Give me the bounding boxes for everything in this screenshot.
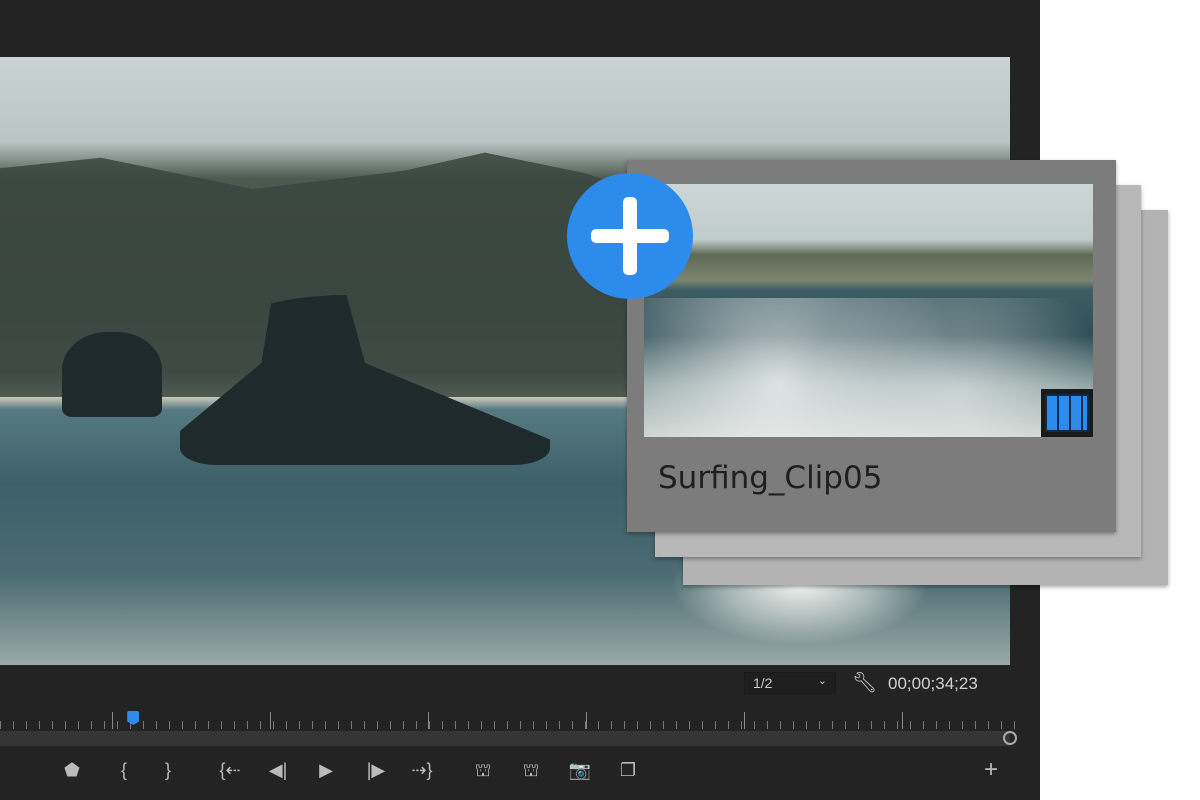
zoom-handle[interactable] <box>1003 731 1017 745</box>
clip-name: Surfing_Clip05 <box>658 460 883 496</box>
go-to-out-button[interactable]: ⇢} <box>410 760 434 781</box>
mark-in-button[interactable]: { <box>112 760 136 781</box>
button-editor-button[interactable]: + <box>979 756 1003 784</box>
wrench-icon[interactable]: 🔧︎ <box>852 670 877 695</box>
clip-thumbnail <box>644 184 1093 437</box>
insert-button[interactable]: ⛫ <box>471 760 495 784</box>
add-marker-button[interactable]: ⬟ <box>60 760 84 781</box>
scrub-bar[interactable] <box>0 731 1010 746</box>
step-forward-button[interactable]: |▶ <box>364 760 388 781</box>
film-strip-icon <box>1041 389 1093 437</box>
comparison-view-button[interactable]: ❐ <box>616 760 640 781</box>
go-to-in-button[interactable]: {⇠ <box>218 760 242 781</box>
resolution-select[interactable]: 1/2 ⌄ <box>744 672 836 694</box>
export-frame-button[interactable]: 📷 <box>568 760 592 781</box>
mark-out-button[interactable]: } <box>156 760 180 781</box>
time-ruler-major-ticks <box>0 712 1020 729</box>
preview-surfer <box>62 332 162 417</box>
add-plus-icon[interactable] <box>567 173 693 299</box>
step-back-button[interactable]: ◀| <box>266 760 290 781</box>
resolution-value: 1/2 <box>753 675 773 691</box>
chevron-down-icon: ⌄ <box>817 675 827 687</box>
thumbnail-bokeh <box>644 297 1093 437</box>
play-button[interactable]: ▶ <box>314 760 338 781</box>
overwrite-button[interactable]: ⛫ <box>519 760 543 784</box>
clip-card[interactable]: Surfing_Clip05 <box>627 160 1116 532</box>
timecode: 00;00;34;23 <box>888 674 978 693</box>
